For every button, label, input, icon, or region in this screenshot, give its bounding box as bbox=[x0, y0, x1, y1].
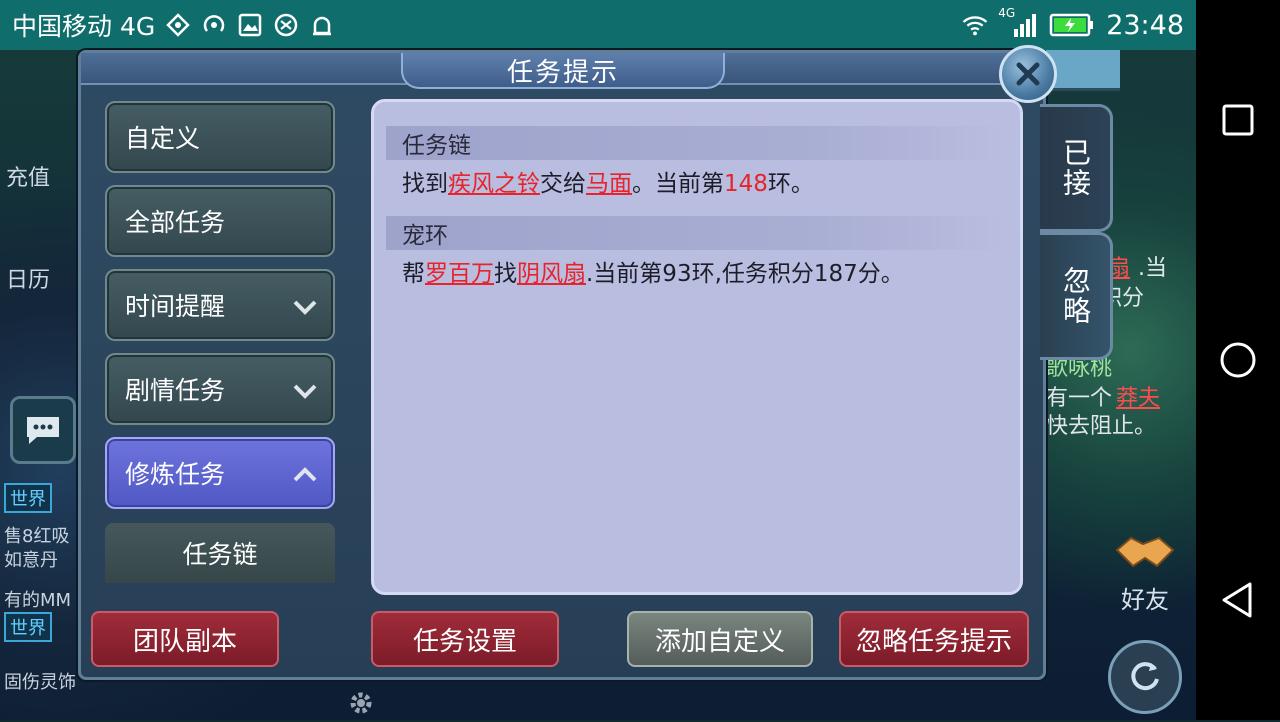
section-header: 宠环 bbox=[386, 216, 1006, 250]
section-body: 帮罗百万找阴风扇.当前第93环,任务积分187分。 bbox=[402, 254, 904, 288]
back-button[interactable] bbox=[1208, 570, 1268, 630]
button-label: 任务设置 bbox=[412, 626, 517, 657]
network-badge: 4G bbox=[998, 6, 1016, 20]
chevron-down-icon bbox=[293, 300, 317, 315]
submenu-task-chain[interactable]: 任务链 bbox=[105, 523, 335, 583]
refresh-button[interactable] bbox=[1108, 640, 1182, 714]
text: 环。 bbox=[767, 171, 814, 197]
menu-custom[interactable]: 自定义 bbox=[105, 101, 335, 173]
submenu-label: 任务链 bbox=[182, 540, 258, 569]
menu-all-tasks[interactable]: 全部任务 bbox=[105, 185, 335, 257]
world-channel-tag: 世界 bbox=[4, 612, 52, 642]
menu-cultivation-tasks[interactable]: 修炼任务 bbox=[105, 437, 335, 509]
menu-label: 时间提醒 bbox=[125, 292, 226, 321]
text: .当前第93环,任务积分187分。 bbox=[586, 261, 904, 287]
clock: 23:48 bbox=[1106, 9, 1184, 41]
task-settings-button[interactable]: 任务设置 bbox=[371, 611, 559, 667]
add-custom-button[interactable]: 添加自定义 bbox=[627, 611, 813, 667]
menu-label: 修炼任务 bbox=[125, 460, 226, 489]
dialog-title-plate: 任务提示 bbox=[401, 53, 725, 89]
chat-line: 有的MM bbox=[4, 590, 72, 611]
hotspot-icon bbox=[201, 12, 227, 38]
carrier-label: 中国移动 4G bbox=[12, 12, 156, 41]
npc-link[interactable]: 马面 bbox=[586, 171, 632, 197]
button-label: 忽略任务提示 bbox=[855, 626, 1012, 657]
recharge-label[interactable]: 充值 bbox=[6, 160, 50, 192]
menu-label: 全部任务 bbox=[125, 208, 226, 237]
chat-line: 售8红吸 bbox=[4, 526, 70, 547]
task-hint-dialog: 任务提示 自定义 全部任务 时间提醒 剧情任务 修炼任务 任务链 任务链 找到疾… bbox=[78, 45, 1057, 680]
player-avatar[interactable] bbox=[1046, 50, 1120, 91]
section-header: 任务链 bbox=[386, 126, 1006, 160]
circle-home-icon bbox=[1220, 342, 1256, 378]
bg-task-fragment: .当 bbox=[1138, 256, 1167, 281]
calendar-label[interactable]: 日历 bbox=[6, 262, 50, 294]
chat-icon bbox=[27, 417, 59, 444]
square-recents-icon bbox=[1222, 104, 1254, 136]
home-button[interactable] bbox=[1208, 330, 1268, 390]
image-icon bbox=[237, 12, 263, 38]
android-nav-bar bbox=[1196, 0, 1280, 720]
dialog-title: 任务提示 bbox=[506, 57, 619, 88]
gear-icon[interactable] bbox=[346, 688, 376, 718]
close-button[interactable] bbox=[999, 45, 1057, 103]
world-channel-tag: 世界 bbox=[4, 483, 52, 513]
text: 帮 bbox=[402, 261, 425, 287]
item-link[interactable]: 阴风扇 bbox=[517, 261, 586, 287]
chevron-up-icon bbox=[293, 467, 317, 482]
team-dungeon-button[interactable]: 团队副本 bbox=[91, 611, 279, 667]
status-bar: 中国移动 4G 4G 23:48 bbox=[0, 0, 1196, 50]
friends-button[interactable]: 好友 bbox=[1100, 530, 1190, 614]
refresh-icon bbox=[1131, 662, 1159, 691]
android-debug-icon bbox=[309, 12, 335, 38]
item-link[interactable]: 疾风之铃 bbox=[448, 171, 540, 197]
tab-label: 已接 bbox=[1059, 138, 1092, 198]
tab-ignored[interactable]: 忽略 bbox=[1040, 232, 1113, 360]
triangle-back-icon bbox=[1222, 582, 1252, 618]
ignore-task-hint-button[interactable]: 忽略任务提示 bbox=[839, 611, 1029, 667]
text: 交给 bbox=[540, 171, 586, 197]
text: 找 bbox=[494, 261, 517, 287]
battery-charging-icon bbox=[1048, 12, 1096, 38]
button-label: 团队副本 bbox=[132, 626, 237, 657]
chat-button[interactable] bbox=[10, 396, 76, 464]
bg-task-fragment: 快去阻止。 bbox=[1046, 414, 1157, 439]
vpn-icon bbox=[273, 12, 299, 38]
npc-link[interactable]: 罗百万 bbox=[425, 261, 494, 287]
menu-time-reminder[interactable]: 时间提醒 bbox=[105, 269, 335, 341]
close-icon bbox=[1016, 62, 1040, 86]
menu-label: 剧情任务 bbox=[125, 376, 226, 405]
tab-label: 忽略 bbox=[1059, 266, 1092, 326]
recents-button[interactable] bbox=[1208, 90, 1268, 150]
data-sync-icon bbox=[165, 12, 191, 38]
handshake-icon bbox=[1115, 536, 1175, 568]
text: 。当前第 bbox=[632, 171, 724, 197]
menu-story-tasks[interactable]: 剧情任务 bbox=[105, 353, 335, 425]
text: 找到 bbox=[402, 171, 448, 197]
ring-number: 148 bbox=[724, 171, 768, 197]
wifi-icon bbox=[962, 12, 988, 38]
chat-line: 固伤灵饰 bbox=[4, 672, 76, 693]
task-content-panel: 任务链 找到疾风之铃交给马面。当前第148环。 宠环 帮罗百万找阴风扇.当前第9… bbox=[371, 99, 1023, 595]
chevron-down-icon bbox=[293, 384, 317, 399]
section-body: 找到疾风之铃交给马面。当前第148环。 bbox=[402, 164, 814, 198]
chat-line: 如意丹 bbox=[4, 550, 58, 571]
tab-accepted[interactable]: 已接 bbox=[1040, 104, 1113, 232]
button-label: 添加自定义 bbox=[654, 626, 785, 657]
menu-label: 自定义 bbox=[125, 124, 201, 153]
friends-label: 好友 bbox=[1121, 586, 1169, 614]
signal-icon: 4G bbox=[998, 6, 1038, 38]
